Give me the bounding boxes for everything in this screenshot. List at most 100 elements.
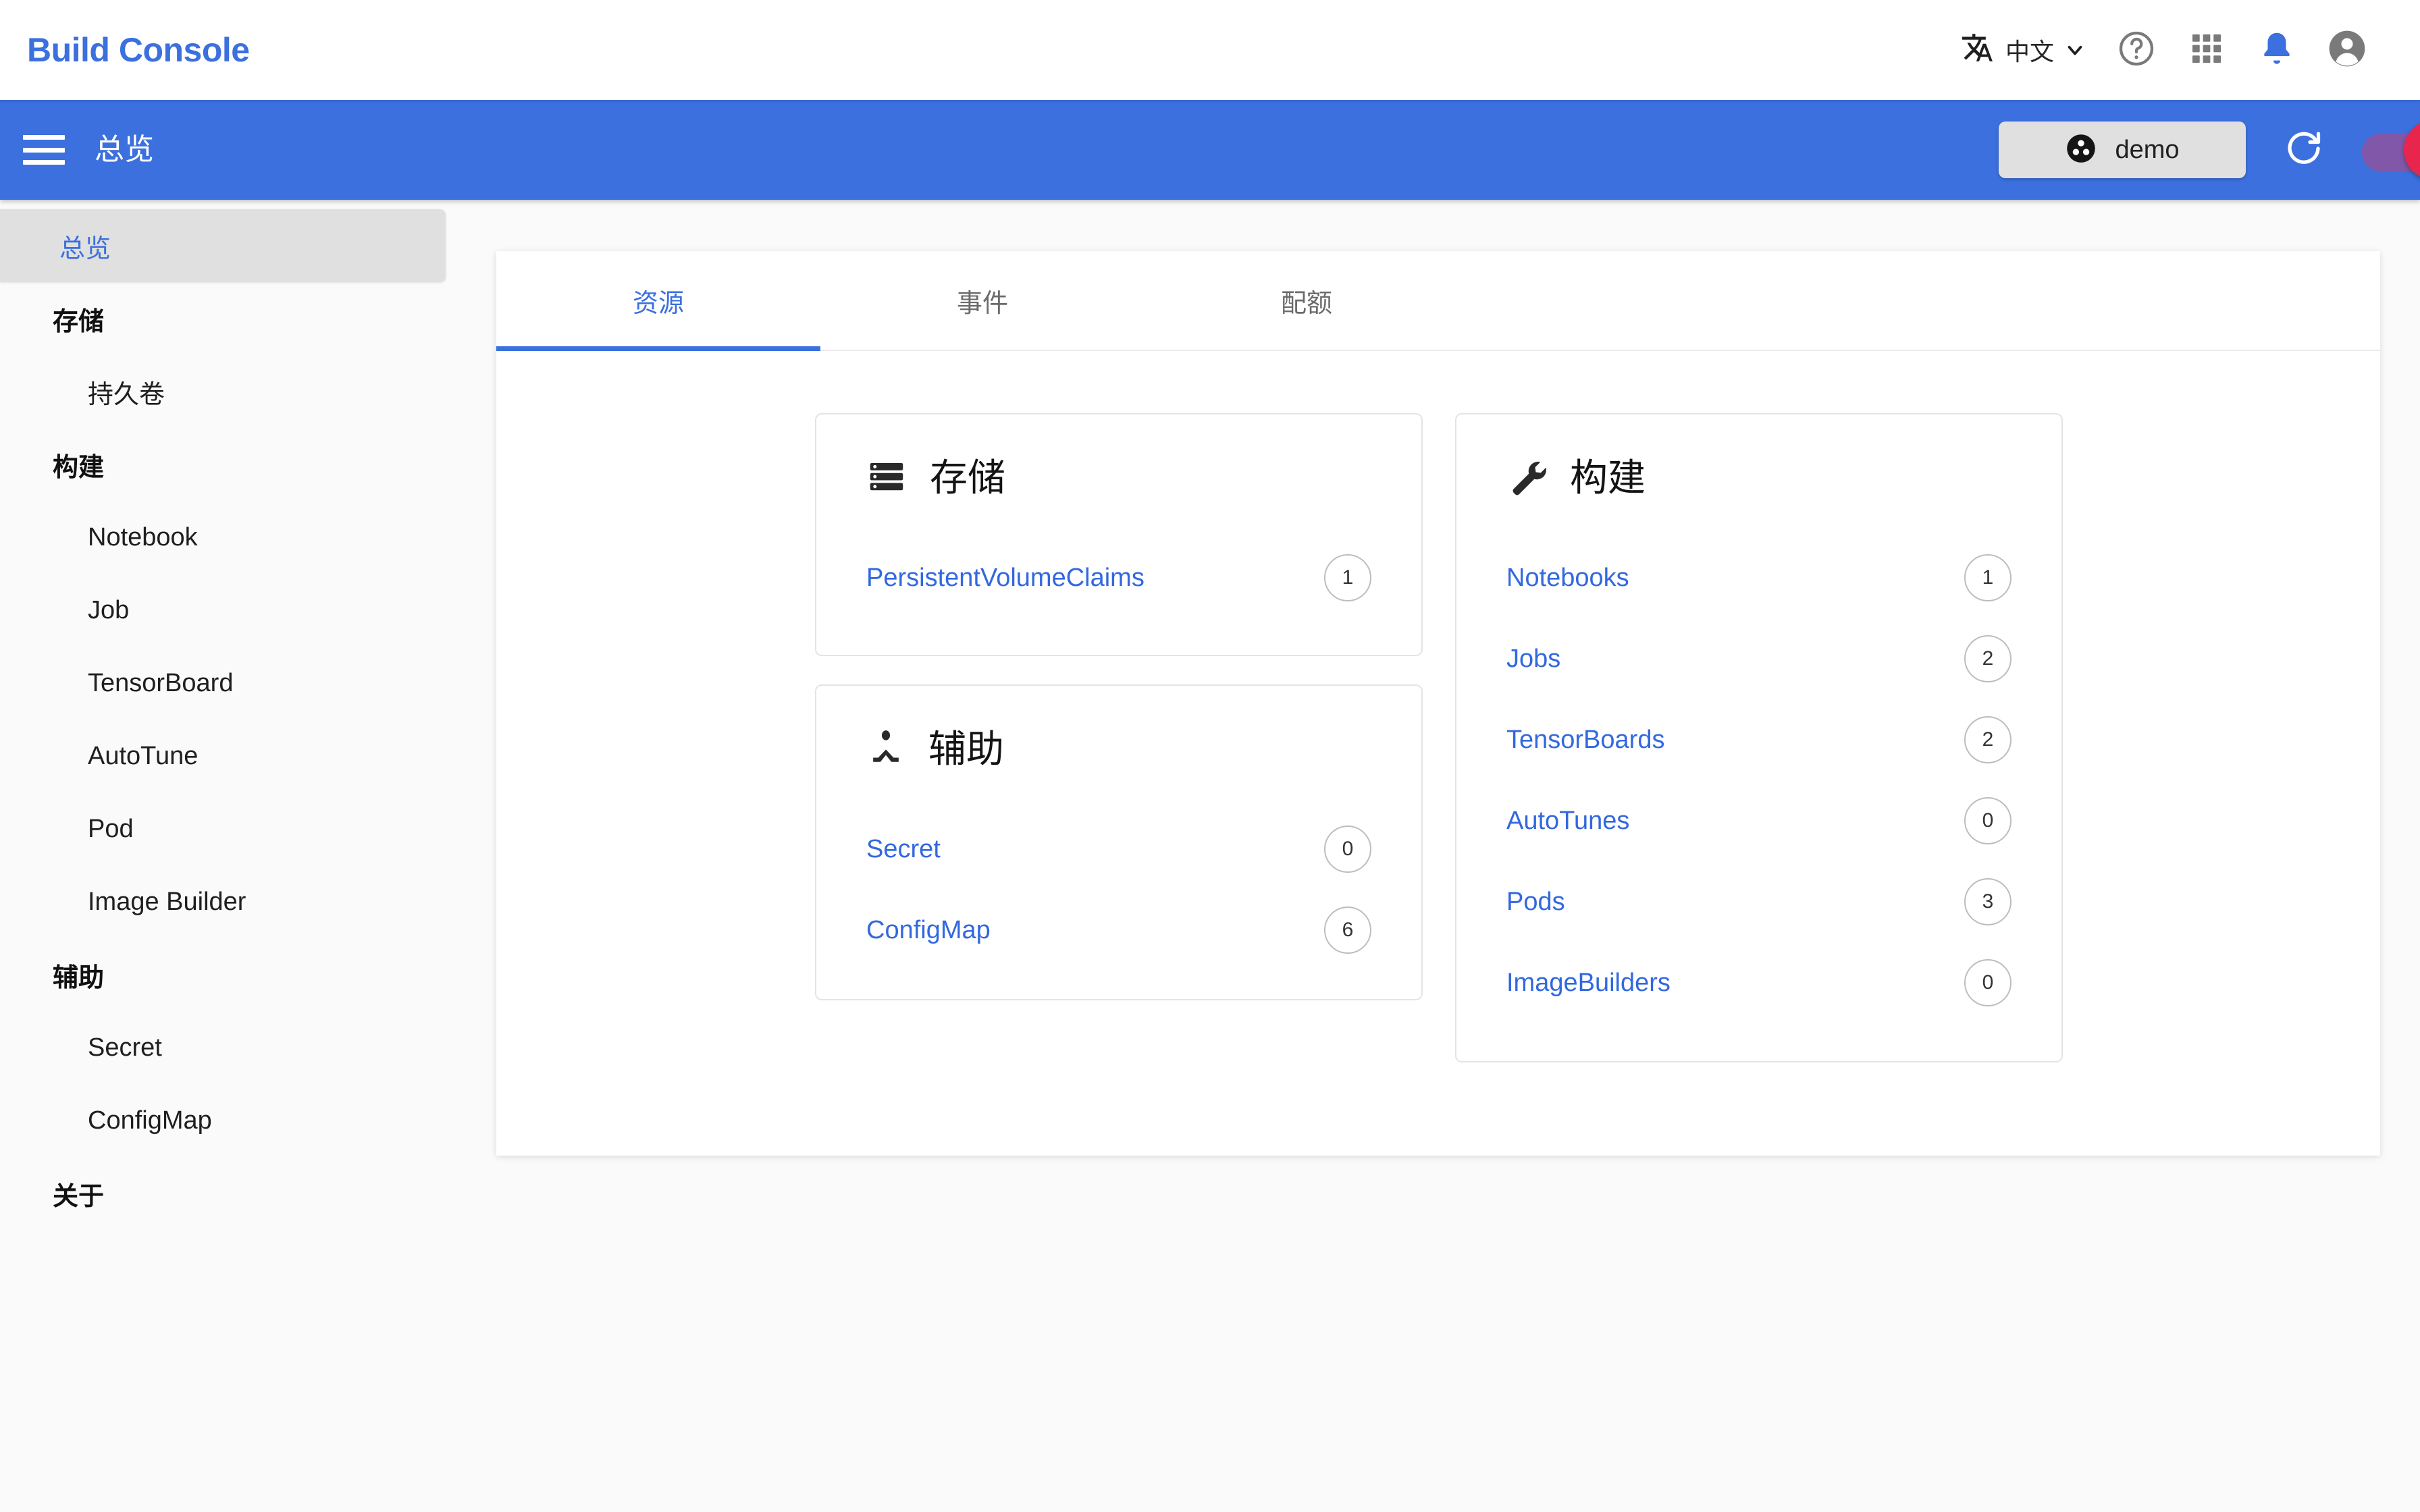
card-title: 辅助 bbox=[928, 728, 1004, 770]
resource-row: Secret 0 bbox=[866, 809, 1371, 890]
sidebar-item-label: Pod bbox=[88, 814, 134, 843]
cards-column-left: 存储 PersistentVolumeClaims 1 辅助 Secret 0 … bbox=[815, 413, 1423, 1000]
sidebar-item-configmap[interactable]: ConfigMap bbox=[0, 1084, 446, 1157]
resource-link[interactable]: Jobs bbox=[1506, 645, 1560, 674]
tab-bar: 资源 事件 配额 bbox=[496, 251, 2380, 351]
tab-resources[interactable]: 资源 bbox=[496, 251, 820, 351]
sidebar-item-persistent-volume[interactable]: 持久卷 bbox=[0, 355, 446, 428]
sidebar-header-storage[interactable]: 存储 bbox=[0, 282, 446, 355]
hamburger-menu-icon[interactable] bbox=[23, 135, 65, 165]
sidebar-item-label: TensorBoard bbox=[88, 668, 234, 697]
chevron-down-icon bbox=[2063, 38, 2086, 61]
tab-label: 事件 bbox=[956, 289, 1008, 318]
namespace-selector-chip[interactable]: demo bbox=[1999, 122, 2246, 178]
app-bar-left: 总览 bbox=[23, 135, 154, 165]
refresh-button[interactable] bbox=[2273, 119, 2335, 181]
namespace-icon bbox=[2065, 132, 2097, 168]
sidebar-header-helper[interactable]: 辅助 bbox=[0, 938, 446, 1011]
sidebar-item-secret[interactable]: Secret bbox=[0, 1011, 446, 1084]
storage-stack-icon bbox=[866, 456, 907, 500]
sidebar-item-pod[interactable]: Pod bbox=[0, 792, 446, 865]
resource-row: TensorBoards 2 bbox=[1506, 699, 2011, 780]
cards-column-right: 构建 Notebooks 1 Jobs 2 TensorBoards 2 Aut… bbox=[1455, 413, 2063, 1062]
help-icon bbox=[2116, 28, 2157, 72]
language-selector[interactable]: 中文 bbox=[1961, 31, 2093, 70]
card-build: 构建 Notebooks 1 Jobs 2 TensorBoards 2 Aut… bbox=[1455, 413, 2063, 1062]
apps-grid-button[interactable] bbox=[2172, 15, 2242, 85]
sidebar-item-label: 关于 bbox=[53, 1182, 105, 1211]
resource-row: Pods 3 bbox=[1506, 861, 2011, 942]
resource-link[interactable]: Secret bbox=[866, 835, 941, 864]
sidebar-item-label: 存储 bbox=[53, 307, 105, 336]
card-header: 存储 bbox=[866, 446, 1371, 510]
card-rows: Secret 0 ConfigMap 6 bbox=[866, 809, 1371, 971]
sidebar-header-build[interactable]: 构建 bbox=[0, 428, 446, 501]
sidebar-item-label: 构建 bbox=[53, 453, 105, 482]
sidebar-item-notebook[interactable]: Notebook bbox=[0, 501, 446, 574]
tab-label: 配额 bbox=[1280, 289, 1332, 318]
refresh-icon bbox=[2284, 128, 2324, 172]
apps-grid-icon bbox=[2188, 30, 2226, 71]
sidebar-item-overview[interactable]: 总览 bbox=[0, 209, 446, 282]
sidebar-item-label: ConfigMap bbox=[88, 1106, 212, 1135]
tab-quota[interactable]: 配额 bbox=[1145, 251, 1469, 350]
resource-link[interactable]: TensorBoards bbox=[1506, 726, 1664, 755]
resource-row: Notebooks 1 bbox=[1506, 537, 2011, 618]
resource-link[interactable]: ImageBuilders bbox=[1506, 969, 1671, 998]
resource-count-badge: 6 bbox=[1324, 907, 1371, 954]
resource-row: Jobs 2 bbox=[1506, 618, 2011, 699]
sidebar-item-tensorboard[interactable]: TensorBoard bbox=[0, 647, 446, 720]
sidebar-item-job[interactable]: Job bbox=[0, 574, 446, 647]
sidebar-item-label: Notebook bbox=[88, 522, 198, 551]
resource-count-badge: 0 bbox=[1964, 959, 2011, 1006]
notifications-button[interactable] bbox=[2242, 15, 2312, 85]
resource-link[interactable]: Notebooks bbox=[1506, 564, 1629, 593]
sidebar-item-image-builder[interactable]: Image Builder bbox=[0, 865, 446, 938]
language-label: 中文 bbox=[2005, 38, 2054, 65]
translate-icon bbox=[1961, 31, 1996, 70]
resource-link[interactable]: ConfigMap bbox=[866, 916, 991, 945]
tab-events[interactable]: 事件 bbox=[820, 251, 1145, 350]
card-title: 存储 bbox=[930, 456, 1005, 499]
resource-link[interactable]: Pods bbox=[1506, 888, 1565, 917]
resource-row: PersistentVolumeClaims 1 bbox=[866, 537, 1371, 618]
card-header: 构建 bbox=[1506, 446, 2011, 510]
card-rows: PersistentVolumeClaims 1 bbox=[866, 537, 1371, 618]
resource-row: ConfigMap 6 bbox=[866, 890, 1371, 971]
resource-count-badge: 2 bbox=[1964, 635, 2011, 682]
app-brand-title: Build Console bbox=[27, 31, 250, 69]
sidebar-navigation: 总览 存储 持久卷 构建 Notebook Job TensorBoard Au… bbox=[0, 200, 446, 1512]
account-button[interactable] bbox=[2312, 15, 2382, 85]
app-bar: 总览 demo bbox=[0, 100, 2420, 200]
theme-toggle[interactable] bbox=[2362, 119, 2420, 181]
resource-row: ImageBuilders 0 bbox=[1506, 942, 2011, 1023]
resource-count-badge: 1 bbox=[1324, 554, 1371, 601]
sidebar-item-label: Secret bbox=[88, 1033, 162, 1062]
page-title: 总览 bbox=[95, 133, 154, 166]
resource-link[interactable]: AutoTunes bbox=[1506, 807, 1629, 836]
card-storage: 存储 PersistentVolumeClaims 1 bbox=[815, 413, 1423, 656]
sidebar-item-label: 总览 bbox=[59, 234, 111, 263]
app-bar-right: demo bbox=[1999, 119, 2420, 181]
resource-count-badge: 2 bbox=[1964, 716, 2011, 763]
resource-cards-area: 存储 PersistentVolumeClaims 1 辅助 Secret 0 … bbox=[496, 351, 2380, 1062]
account-avatar-icon bbox=[2326, 28, 2368, 73]
sidebar-item-label: AutoTune bbox=[88, 741, 199, 770]
sidebar-item-autotune[interactable]: AutoTune bbox=[0, 720, 446, 792]
notifications-bell-icon bbox=[2257, 29, 2296, 72]
resource-count-badge: 1 bbox=[1964, 554, 2011, 601]
top-bar-actions: 中文 bbox=[1961, 15, 2382, 85]
sidebar-item-label: 辅助 bbox=[53, 963, 105, 992]
resource-count-badge: 0 bbox=[1964, 797, 2011, 844]
main-content-panel: 资源 事件 配额 存储 PersistentVolumeClaims 1 辅助 … bbox=[496, 251, 2380, 1156]
tab-label: 资源 bbox=[632, 289, 684, 318]
resource-count-badge: 0 bbox=[1324, 826, 1371, 873]
sidebar-header-about[interactable]: 关于 bbox=[0, 1157, 446, 1230]
person-accessibility-icon bbox=[866, 728, 905, 771]
resource-link[interactable]: PersistentVolumeClaims bbox=[866, 564, 1145, 593]
wrench-build-icon bbox=[1506, 456, 1547, 500]
sidebar-item-label: Image Builder bbox=[88, 887, 246, 916]
card-rows: Notebooks 1 Jobs 2 TensorBoards 2 AutoTu… bbox=[1506, 537, 2011, 1023]
help-button[interactable] bbox=[2101, 15, 2172, 85]
card-header: 辅助 bbox=[866, 717, 1371, 782]
